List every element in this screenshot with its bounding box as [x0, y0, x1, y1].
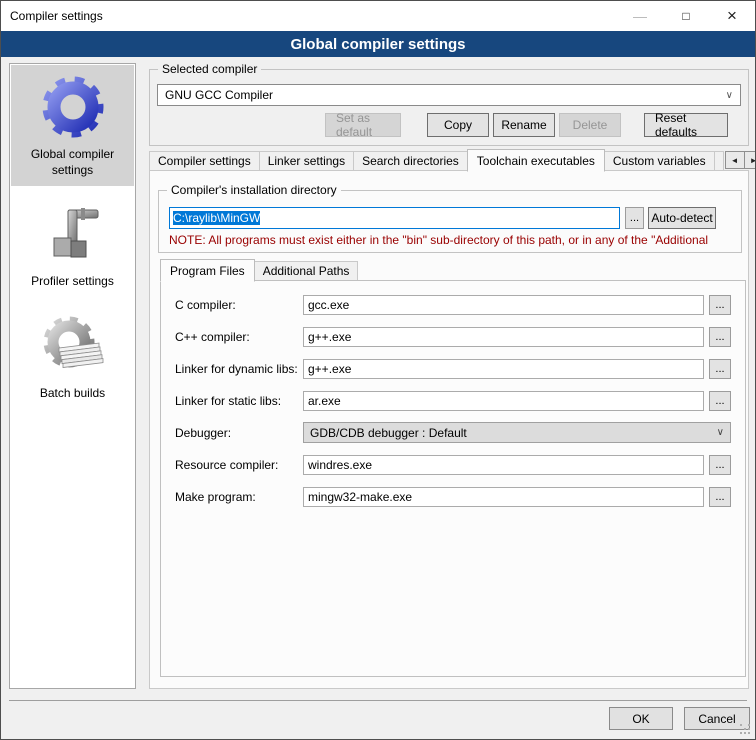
installation-directory-legend: Compiler's installation directory — [167, 183, 341, 197]
installation-path-value: C:\raylib\MinGW — [173, 211, 260, 225]
copy-button[interactable]: Copy — [427, 113, 489, 137]
static-linker-input[interactable] — [303, 391, 704, 411]
maximize-button[interactable]: □ — [663, 1, 709, 31]
chevron-down-icon: ∨ — [717, 427, 724, 438]
auto-detect-button[interactable]: Auto-detect — [648, 207, 716, 229]
dialog-header: Global compiler settings — [1, 31, 755, 57]
dynamic-linker-browse-button[interactable]: ... — [709, 359, 731, 379]
resource-compiler-label: Resource compiler: — [175, 458, 303, 472]
sidebar-item-batch-builds[interactable]: Batch builds — [11, 304, 134, 410]
sidebar-item-label: Batch builds — [36, 386, 109, 402]
browse-directory-button[interactable]: ... — [625, 207, 644, 229]
dialog-header-title: Global compiler settings — [290, 36, 465, 53]
make-program-label: Make program: — [175, 490, 303, 504]
tab-scroll-left-button[interactable]: ◄ — [725, 151, 745, 169]
c-compiler-label: C compiler: — [175, 298, 303, 312]
close-icon: × — [727, 6, 737, 26]
sidebar-item-profiler-settings[interactable]: Profiler settings — [11, 192, 134, 298]
resource-compiler-input[interactable] — [303, 455, 704, 475]
static-linker-label: Linker for static libs: — [175, 394, 303, 408]
c-compiler-browse-button[interactable]: ... — [709, 295, 731, 315]
tab-build-options[interactable]: Build — [714, 151, 724, 171]
sidebar-item-label: Profiler settings — [27, 274, 118, 290]
compiler-buttons-row: Set as default Copy Rename Delete Reset … — [157, 113, 728, 137]
tab-scroll-arrows: ◄ ► — [726, 151, 756, 169]
cpp-compiler-input[interactable] — [303, 327, 704, 347]
delete-button[interactable]: Delete — [559, 113, 621, 137]
tab-program-files[interactable]: Program Files — [160, 259, 255, 282]
window-controls: — □ × — [617, 1, 755, 31]
rename-button[interactable]: Rename — [493, 113, 555, 137]
footer-separator — [9, 700, 747, 701]
arrow-right-icon: ► — [750, 156, 756, 165]
maximize-icon: □ — [682, 9, 689, 23]
installation-path-row: C:\raylib\MinGW ... Auto-detect — [169, 207, 733, 229]
make-program-row: Make program: ... — [175, 486, 731, 507]
title-bar[interactable]: Compiler settings — □ × — [1, 1, 755, 31]
compiler-select-value: GNU GCC Compiler — [165, 88, 273, 102]
minimize-button[interactable]: — — [617, 1, 663, 31]
c-compiler-row: C compiler: ... — [175, 294, 731, 315]
static-linker-browse-button[interactable]: ... — [709, 391, 731, 411]
caliper-icon — [41, 202, 105, 266]
selected-compiler-group: Selected compiler GNU GCC Compiler ∨ Set… — [149, 69, 749, 146]
cpp-compiler-browse-button[interactable]: ... — [709, 327, 731, 347]
dynamic-linker-row: Linker for dynamic libs: ... — [175, 358, 731, 379]
resource-compiler-browse-button[interactable]: ... — [709, 455, 731, 475]
debugger-row: Debugger: GDB/CDB debugger : Default ∨ — [175, 422, 731, 443]
settings-tabstrip: Compiler settings Linker settings Search… — [149, 148, 749, 171]
cpp-compiler-row: C++ compiler: ... — [175, 326, 731, 347]
window-title: Compiler settings — [1, 9, 103, 23]
compiler-settings-dialog: Compiler settings — □ × Global compiler … — [0, 0, 756, 740]
tab-search-directories[interactable]: Search directories — [353, 151, 468, 171]
compiler-select[interactable]: GNU GCC Compiler ∨ — [157, 84, 741, 106]
resize-grip[interactable] — [740, 724, 752, 736]
tab-additional-paths[interactable]: Additional Paths — [254, 261, 359, 281]
ok-button[interactable]: OK — [609, 707, 673, 730]
toolchain-executables-page: Compiler's installation directory C:\ray… — [149, 170, 749, 689]
tab-toolchain-executables[interactable]: Toolchain executables — [467, 149, 605, 172]
reset-defaults-button[interactable]: Reset defaults — [644, 113, 728, 137]
sidebar-item-label: Global compiler settings — [11, 147, 134, 178]
sidebar-item-global-compiler-settings[interactable]: Global compiler settings — [11, 65, 134, 186]
minimize-icon: — — [633, 8, 647, 24]
make-program-browse-button[interactable]: ... — [709, 487, 731, 507]
tab-scroll-right-button[interactable]: ► — [744, 151, 756, 169]
debugger-label: Debugger: — [175, 426, 303, 440]
close-button[interactable]: × — [709, 1, 755, 31]
tab-linker-settings[interactable]: Linker settings — [259, 151, 354, 171]
set-as-default-button[interactable]: Set as default — [325, 113, 401, 137]
static-linker-row: Linker for static libs: ... — [175, 390, 731, 411]
installation-path-input[interactable]: C:\raylib\MinGW — [169, 207, 620, 229]
make-program-input[interactable] — [303, 487, 704, 507]
tab-custom-variables[interactable]: Custom variables — [604, 151, 715, 171]
installation-directory-group: Compiler's installation directory C:\ray… — [158, 190, 742, 253]
debugger-select-value: GDB/CDB debugger : Default — [310, 426, 467, 440]
blue-gear-icon — [41, 75, 105, 139]
dynamic-linker-input[interactable] — [303, 359, 704, 379]
arrow-left-icon: ◄ — [731, 156, 739, 165]
tab-compiler-settings[interactable]: Compiler settings — [149, 151, 260, 171]
chevron-down-icon: ∨ — [726, 90, 733, 101]
program-files-panel: C compiler: ... C++ compiler: ... Linker… — [160, 280, 746, 677]
cpp-compiler-label: C++ compiler: — [175, 330, 303, 344]
bin-subdirectory-note: NOTE: All programs must exist either in … — [169, 233, 740, 247]
resource-compiler-row: Resource compiler: ... — [175, 454, 731, 475]
debugger-select[interactable]: GDB/CDB debugger : Default ∨ — [303, 422, 731, 443]
settings-sidebar: Global compiler settings Profiler settin… — [9, 63, 136, 689]
gray-gear-stack-icon — [41, 314, 105, 378]
selected-compiler-legend: Selected compiler — [158, 62, 261, 76]
program-files-tabstrip: Program Files Additional Paths — [160, 258, 357, 281]
dynamic-linker-label: Linker for dynamic libs: — [175, 362, 303, 376]
c-compiler-input[interactable] — [303, 295, 704, 315]
